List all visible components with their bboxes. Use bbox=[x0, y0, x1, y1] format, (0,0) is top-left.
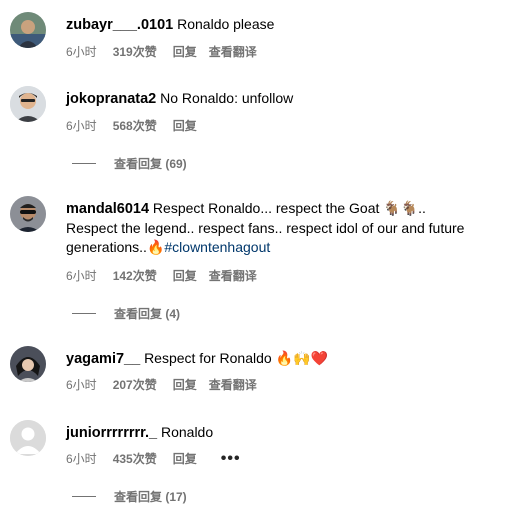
view-replies-button[interactable]: 查看回复 (69) bbox=[72, 155, 187, 172]
view-replies-line bbox=[72, 496, 96, 497]
view-replies-label: 查看回复 (4) bbox=[114, 307, 181, 321]
comment-username[interactable]: mandal6014 bbox=[66, 201, 149, 217]
comment-time[interactable]: 6小时 bbox=[66, 43, 97, 60]
view-replies-line bbox=[72, 313, 96, 314]
comment-time[interactable]: 6小时 bbox=[66, 117, 97, 134]
avatar-image-icon bbox=[10, 86, 46, 122]
view-replies-label: 查看回复 (17) bbox=[114, 490, 187, 504]
comment-text: yagami7__ Respect for Ronaldo 🔥🙌❤️ bbox=[66, 349, 466, 369]
comment-likes[interactable]: 435次赞 bbox=[113, 450, 157, 467]
comment-username[interactable]: juniorrrrrrrr._ bbox=[66, 425, 157, 441]
comment-username[interactable]: zubayr___.0101 bbox=[66, 17, 173, 33]
avatar[interactable] bbox=[10, 12, 46, 48]
comment-username[interactable]: yagami7__ bbox=[66, 351, 140, 367]
view-replies-button[interactable]: 查看回复 (17) bbox=[72, 488, 187, 505]
avatar[interactable] bbox=[10, 346, 46, 382]
view-replies-button[interactable]: 查看回复 (4) bbox=[72, 305, 180, 322]
comment-meta: 6小时 319次赞 回复 查看翻译 bbox=[66, 43, 257, 60]
comment-content: Ronaldo bbox=[160, 424, 214, 440]
comment-meta: 6小时 568次赞 回复 bbox=[66, 117, 209, 134]
comment-text: mandal6014 Respect Ronaldo... respect th… bbox=[66, 199, 466, 257]
view-replies-label: 查看回复 (69) bbox=[114, 157, 187, 171]
avatar[interactable] bbox=[10, 420, 46, 456]
comment-time[interactable]: 6小时 bbox=[66, 450, 97, 467]
comment-meta: 6小时 207次赞 回复 查看翻译 bbox=[66, 376, 257, 393]
avatar-image-icon bbox=[10, 12, 46, 48]
reply-button[interactable]: 回复 bbox=[173, 267, 197, 284]
avatar-image-icon bbox=[10, 346, 46, 382]
reply-button[interactable]: 回复 bbox=[173, 43, 197, 60]
comment-content: No Ronaldo: unfollow bbox=[160, 90, 294, 106]
view-replies-line bbox=[72, 163, 96, 164]
comment-text: jokopranata2 No Ronaldo: unfollow bbox=[66, 89, 466, 109]
comment-text: zubayr___.0101 Ronaldo please bbox=[66, 15, 466, 35]
more-options-icon[interactable]: ••• bbox=[221, 450, 241, 466]
reply-button[interactable]: 回复 bbox=[173, 450, 197, 467]
default-avatar-icon bbox=[10, 420, 46, 456]
comment-meta: 6小时 435次赞 回复 ••• bbox=[66, 450, 241, 467]
comment-username[interactable]: jokopranata2 bbox=[66, 91, 156, 107]
comment-text: juniorrrrrrrr._ Ronaldo bbox=[66, 423, 466, 443]
avatar[interactable] bbox=[10, 196, 46, 232]
comment-time[interactable]: 6小时 bbox=[66, 376, 97, 393]
comment-likes[interactable]: 207次赞 bbox=[113, 376, 157, 393]
translate-button[interactable]: 查看翻译 bbox=[209, 267, 257, 284]
avatar[interactable] bbox=[10, 86, 46, 122]
comment-time[interactable]: 6小时 bbox=[66, 267, 97, 284]
comment-likes[interactable]: 142次赞 bbox=[113, 267, 157, 284]
hashtag-link[interactable]: #clowntenhagout bbox=[164, 239, 270, 255]
translate-button[interactable]: 查看翻译 bbox=[209, 376, 257, 393]
avatar-image-icon bbox=[10, 196, 46, 232]
comment-content: Ronaldo please bbox=[177, 16, 275, 32]
translate-button[interactable]: 查看翻译 bbox=[209, 43, 257, 60]
comment-content: Respect for Ronaldo 🔥🙌❤️ bbox=[144, 350, 328, 366]
reply-button[interactable]: 回复 bbox=[173, 376, 197, 393]
reply-button[interactable]: 回复 bbox=[173, 117, 197, 134]
comment-likes[interactable]: 319次赞 bbox=[113, 43, 157, 60]
comment-likes[interactable]: 568次赞 bbox=[113, 117, 157, 134]
comment-meta: 6小时 142次赞 回复 查看翻译 bbox=[66, 267, 257, 284]
